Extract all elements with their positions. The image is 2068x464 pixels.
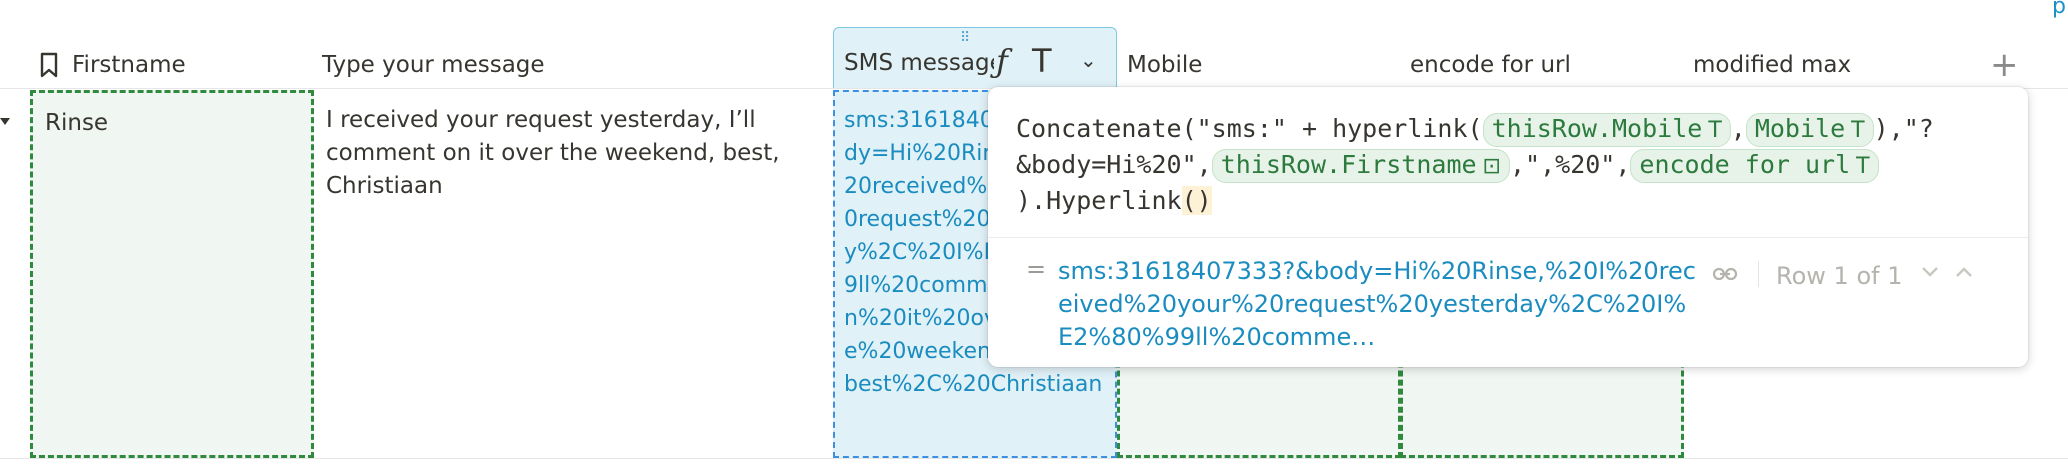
cell-value: I received your request yesterday, I’ll … [326,107,780,199]
formula-icon: ƒ [996,42,1008,80]
column-header-modified[interactable]: modified max [1683,42,1963,88]
formula-editor-popup[interactable]: Concatenate("sms:" + hyperlink(thisRow.M… [988,87,2028,367]
text-type-icon: T [1851,118,1865,143]
formula-text: ,",%20", [1509,150,1631,179]
column-header-message[interactable]: Type your message [312,42,832,88]
formula-chip-thisrow-firstname[interactable]: thisRow.Firstname ⊡ [1211,149,1510,183]
row-expand-icon[interactable] [0,118,10,125]
toolbar-separator [1758,261,1759,287]
popup-divider [988,237,2028,238]
chip-label: encode for url [1639,150,1851,179]
column-header-label: SMS message [844,50,994,76]
add-column-button[interactable]: + [1990,48,2019,82]
column-header-sms[interactable]: ⠿ SMS message ƒ T ⌄ [833,27,1117,89]
formula-text-highlight: () [1181,186,1212,215]
display-column-icon: ⊡ [1482,154,1501,179]
column-header-label: modified max [1693,52,1852,78]
column-header-label: encode for url [1410,52,1571,78]
equals-sign: = [1026,255,1047,283]
row-indicator: Row 1 of 1 [1776,262,1903,290]
link-icon[interactable] [1712,263,1738,285]
cell-firstname[interactable]: Rinse [30,90,314,458]
column-header-mobile[interactable]: Mobile [1117,42,1399,88]
chip-label: thisRow.Firstname [1220,150,1477,179]
chip-label: thisRow.Mobile [1491,114,1703,143]
column-menu-icon[interactable]: ⌄ [1080,48,1097,72]
formula-chip-mobile[interactable]: Mobile T [1745,113,1874,147]
cell-message[interactable]: I received your request yesterday, I’ll … [314,90,832,458]
formula-text: &body=Hi%20", [1016,150,1212,179]
column-header-label: Mobile [1127,52,1203,78]
column-header-label: Type your message [322,52,545,78]
formula-chip-thisrow-mobile[interactable]: thisRow.Mobile T [1482,113,1731,147]
cell-value: Rinse [45,110,109,136]
formula-text: , [1730,114,1746,143]
text-type-icon: T [1708,118,1722,143]
row-divider [0,458,2068,459]
formula-result: sms:31618407333?&body=Hi%20Rinse,%20I%20… [1058,257,1696,351]
column-header-label: Firstname [72,52,186,78]
formula-text: Concatenate("sms:" + hyperlink( [1016,114,1483,143]
text-type-icon: T [1032,42,1052,80]
chevron-up-icon[interactable] [1954,265,1974,279]
formula-text: ),"? [1873,114,1934,143]
chip-label: Mobile [1754,114,1846,143]
bookmark-icon [40,52,58,78]
top-link-fragment: p [2052,0,2066,19]
formula-chip-encode-for-url[interactable]: encode for url T [1630,149,1879,183]
text-type-icon: T [1856,154,1870,179]
column-header-encode[interactable]: encode for url [1400,42,1682,88]
formula-editor[interactable]: Concatenate("sms:" + hyperlink(thisRow.M… [1016,111,2016,219]
drag-handle-icon[interactable]: ⠿ [960,30,971,46]
chevron-down-icon[interactable] [1920,265,1940,279]
formula-text: ).Hyperlink [1016,186,1182,215]
column-header-firstname[interactable]: Firstname [30,42,320,88]
